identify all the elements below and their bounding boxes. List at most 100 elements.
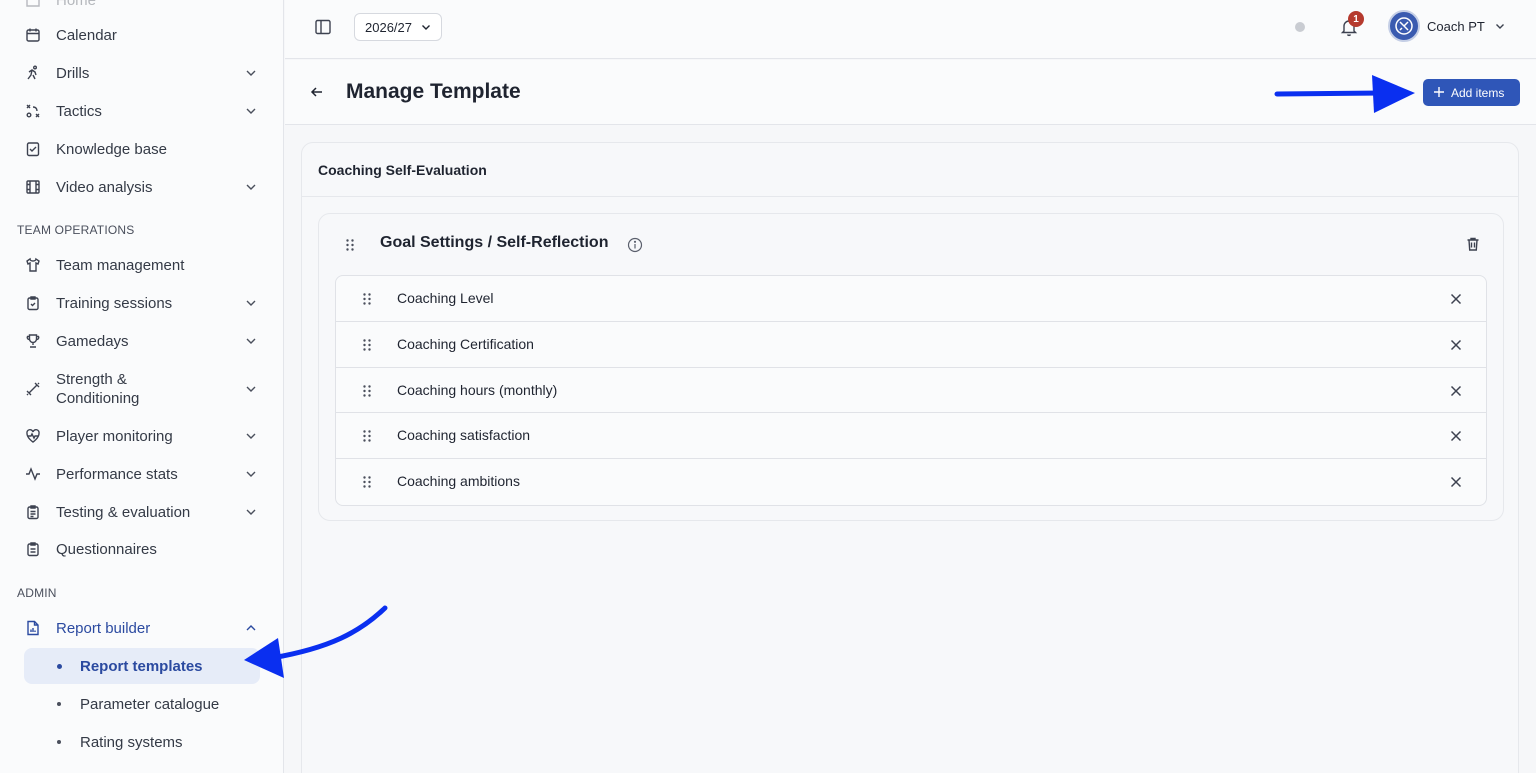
chevron-down-icon — [422, 25, 430, 30]
add-items-button[interactable]: Add items — [1423, 79, 1520, 106]
film-icon — [24, 178, 42, 196]
user-name[interactable]: Coach PT — [1427, 19, 1485, 34]
season-select-value: 2026/27 — [365, 19, 412, 35]
sidebar-item-strength-conditioning[interactable]: Strength & Conditioning — [24, 370, 260, 408]
page-title: Manage Template — [346, 80, 521, 103]
sidebar-item-player-monitoring[interactable]: Player monitoring — [24, 418, 260, 454]
sidebar-item-home[interactable]: Home — [24, 0, 260, 18]
sidebar-item-label: Report builder — [56, 619, 151, 637]
avatar[interactable] — [1388, 10, 1420, 42]
sidebar-item-label: Gamedays — [56, 332, 129, 350]
sidebar-item-performance-stats[interactable]: Performance stats — [24, 456, 260, 492]
add-items-label: Add items — [1451, 85, 1505, 100]
sidebar-item-label: Calendar — [56, 26, 117, 44]
template-card: Coaching Self-Evaluation Goal Settings /… — [301, 142, 1519, 773]
sidebar: Home Calendar Drills Tactics Knowledge b… — [0, 0, 284, 773]
trophy-icon — [24, 332, 42, 350]
chevron-down-icon — [246, 386, 256, 392]
list-item: Coaching hours (monthly) — [336, 368, 1486, 414]
season-select[interactable]: 2026/27 — [354, 13, 442, 41]
item-name: Coaching hours (monthly) — [397, 381, 558, 398]
drag-handle-icon[interactable] — [361, 475, 373, 489]
plus-icon — [1434, 87, 1444, 97]
item-name: Coaching satisfaction — [397, 427, 531, 444]
chevron-down-icon — [246, 108, 256, 114]
clipboard-list-icon — [24, 503, 42, 521]
sidebar-item-label: Player monitoring — [56, 427, 173, 445]
sidebar-item-video-analysis[interactable]: Video analysis — [24, 169, 260, 205]
close-icon[interactable] — [1449, 429, 1463, 443]
sidebar-item-drills[interactable]: Drills — [24, 55, 260, 91]
sidebar-item-testing-evaluation[interactable]: Testing & evaluation — [24, 494, 260, 530]
sidebar-toggle-icon[interactable] — [314, 18, 332, 36]
divider — [302, 196, 1518, 197]
bullet-dot — [57, 740, 61, 744]
sidebar-item-team-management[interactable]: Team management — [24, 247, 260, 283]
list-item: Coaching Certification — [336, 322, 1486, 368]
jersey-icon — [24, 256, 42, 274]
sidebar-subitem-rating-systems[interactable]: Rating systems — [24, 724, 260, 760]
heart-pulse-icon — [24, 427, 42, 445]
sidebar-subitem-report-templates[interactable]: Report templates — [24, 648, 260, 684]
bullet-dot — [57, 663, 62, 669]
info-icon[interactable] — [627, 237, 643, 253]
dumbbell-icon — [24, 380, 42, 398]
list-item: Coaching Level — [336, 276, 1486, 322]
runner-icon — [24, 64, 42, 82]
chevron-down-icon[interactable] — [1494, 20, 1506, 32]
chevron-down-icon — [246, 184, 256, 190]
item-name: Coaching Level — [397, 290, 494, 306]
sidebar-item-calendar[interactable]: Calendar — [24, 17, 260, 53]
report-file-icon — [24, 619, 42, 637]
section-label-team-operations: TEAM OPERATIONS — [17, 223, 135, 237]
sidebar-subitem-parameter-catalogue[interactable]: Parameter catalogue — [24, 686, 260, 722]
sidebar-item-label: Questionnaires — [56, 540, 157, 558]
chevron-down-icon — [246, 433, 256, 439]
chevron-down-icon — [246, 471, 256, 477]
arrow-left-icon[interactable] — [309, 84, 325, 100]
trash-icon[interactable] — [1465, 236, 1481, 252]
chevron-down-icon — [246, 300, 256, 306]
sidebar-item-label: Performance stats — [56, 465, 178, 483]
item-name: Coaching ambitions — [397, 473, 520, 490]
sidebar-item-label: Drills — [56, 64, 90, 82]
close-icon[interactable] — [1449, 384, 1463, 398]
drag-handle-icon[interactable] — [361, 429, 373, 443]
drag-handle-icon[interactable] — [361, 384, 373, 398]
notification-badge: 1 — [1348, 11, 1364, 27]
sidebar-item-gamedays[interactable]: Gamedays — [24, 323, 260, 359]
status-dot — [1295, 22, 1305, 32]
club-logo-icon — [1395, 17, 1413, 35]
sidebar-item-label: Team management — [56, 256, 185, 274]
close-icon[interactable] — [1449, 338, 1463, 352]
sidebar-subitem-label: Parameter catalogue — [80, 695, 220, 713]
chevron-down-icon — [246, 338, 256, 344]
drag-handle-icon[interactable] — [344, 238, 356, 252]
sidebar-item-report-builder[interactable]: Report builder — [24, 610, 260, 646]
chevron-up-icon — [246, 625, 256, 631]
sidebar-item-label: Tactics — [56, 102, 102, 120]
drag-handle-icon[interactable] — [361, 338, 373, 352]
section-label-admin: ADMIN — [17, 586, 57, 600]
sidebar-item-label: Strength & Conditioning — [56, 371, 140, 407]
sidebar-item-training-sessions[interactable]: Training sessions — [24, 285, 260, 321]
template-name: Coaching Self-Evaluation — [318, 162, 487, 178]
topbar: 2026/27 1 Coach PT — [285, 0, 1536, 59]
home-icon — [24, 0, 42, 9]
close-icon[interactable] — [1449, 475, 1463, 489]
sidebar-item-knowledge-base[interactable]: Knowledge base — [24, 131, 260, 167]
sidebar-item-tactics[interactable]: Tactics — [24, 93, 260, 129]
close-icon[interactable] — [1449, 292, 1463, 306]
sidebar-item-label: Training sessions — [56, 294, 173, 312]
checklist-icon — [24, 140, 42, 158]
sidebar-subitem-label: Rating systems — [80, 733, 183, 751]
drag-handle-icon[interactable] — [361, 292, 373, 306]
page-header: Manage Template Add items — [285, 60, 1536, 125]
clipboard-icon — [24, 294, 42, 312]
tactics-icon — [24, 102, 42, 120]
sidebar-item-questionnaires[interactable]: Questionnaires — [24, 531, 260, 567]
calendar-icon — [24, 26, 42, 44]
sidebar-item-label: Testing & evaluation — [56, 503, 191, 521]
chevron-down-icon — [246, 70, 256, 76]
item-list: Coaching Level Coaching Certification Co… — [335, 275, 1487, 506]
